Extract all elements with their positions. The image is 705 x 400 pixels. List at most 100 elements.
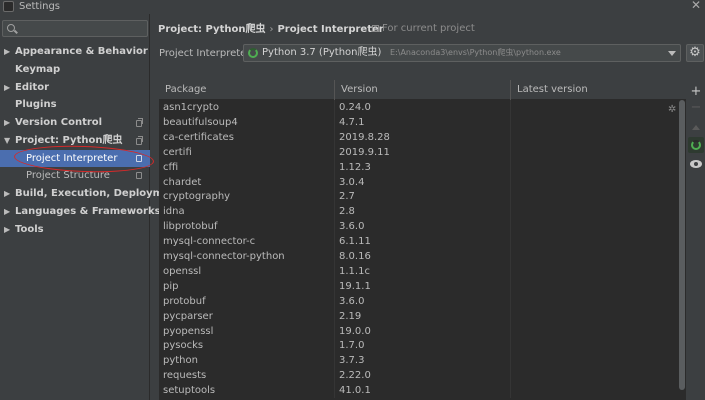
package-version-cell: 3.6.0 <box>339 295 365 307</box>
table-row[interactable]: pysocks 1.7.0 <box>159 338 686 354</box>
package-name-cell: chardet <box>163 176 202 188</box>
sidebar-item-label: Keymap <box>15 64 61 75</box>
package-version-cell: 1.1.1c <box>339 265 370 277</box>
table-row[interactable]: cffi 1.12.3 <box>159 159 686 175</box>
settings-search[interactable] <box>2 20 148 37</box>
table-row[interactable]: mysql-connector-c 6.1.11 <box>159 234 686 250</box>
column-divider <box>334 219 335 235</box>
sidebar-item-editor[interactable]: ▶ Editor <box>0 79 150 97</box>
sidebar-item-project[interactable]: ▼ Project: Python爬虫 <box>0 132 150 150</box>
column-divider <box>334 368 335 384</box>
sidebar-item-appearance[interactable]: ▶ Appearance & Behavior <box>0 43 150 61</box>
minus-icon: − <box>690 100 702 115</box>
column-divider <box>510 368 511 384</box>
column-divider <box>334 293 335 309</box>
table-row[interactable]: certifi 2019.9.11 <box>159 144 686 160</box>
table-row[interactable]: pycparser 2.19 <box>159 308 686 324</box>
interpreter-label: Project Interpreter: <box>159 48 254 59</box>
search-input[interactable] <box>21 22 145 35</box>
sidebar-item-label: Project Interpreter <box>26 153 118 164</box>
table-row[interactable]: asn1crypto 0.24.0 <box>159 100 686 115</box>
sidebar-item-project-structure[interactable]: Project Structure <box>0 167 150 184</box>
table-row[interactable]: protobuf 3.6.0 <box>159 293 686 309</box>
package-version-cell: 2.19 <box>339 310 362 322</box>
expand-arrow-icon[interactable]: ▶ <box>4 114 10 132</box>
column-divider <box>334 189 335 205</box>
package-name-cell: python <box>163 355 198 367</box>
table-row[interactable]: chardet 3.0.4 <box>159 174 686 190</box>
project-scope-icon <box>136 155 142 162</box>
package-name-cell: pip <box>163 280 179 292</box>
interpreter-settings-button[interactable]: ⚙ <box>686 44 704 62</box>
sidebar-item-keymap[interactable]: Keymap <box>0 61 150 79</box>
use-conda-button[interactable] <box>688 137 704 153</box>
remove-package-button[interactable]: − <box>688 100 704 116</box>
project-scope-icon <box>136 118 143 127</box>
show-early-releases-button[interactable] <box>688 156 704 172</box>
column-divider <box>510 129 511 145</box>
column-divider <box>510 204 511 220</box>
expand-arrow-icon[interactable]: ▶ <box>4 203 10 221</box>
package-name-cell: cffi <box>163 161 179 173</box>
table-row[interactable]: requests 2.22.0 <box>159 368 686 384</box>
table-row[interactable]: pip 19.1.1 <box>159 278 686 294</box>
interpreter-panel: Project: Python爬虫 › Project Interpreter Fo… <box>151 14 705 400</box>
interpreter-dropdown[interactable]: Python 3.7 (Python爬虫) E:\Anaconda3\envs\… <box>243 44 681 62</box>
column-divider <box>510 323 511 339</box>
sidebar-item-build[interactable]: ▶ Build, Execution, Deployment <box>0 185 182 203</box>
sidebar-item-project-interpreter[interactable]: Project Interpreter <box>0 150 150 167</box>
table-row[interactable]: idna 2.8 <box>159 204 686 220</box>
close-icon[interactable]: ✕ <box>691 0 701 12</box>
column-divider <box>334 338 335 354</box>
column-divider <box>510 100 511 115</box>
column-divider <box>510 293 511 309</box>
sidebar-item-tools[interactable]: ▶ Tools <box>0 221 150 239</box>
column-header-latest-version[interactable]: Latest version <box>511 80 686 100</box>
sidebar-item-label: Languages & Frameworks <box>15 206 161 217</box>
table-row[interactable]: ca-certificates 2019.8.28 <box>159 129 686 145</box>
column-header-version[interactable]: Version <box>335 80 511 100</box>
package-name-cell: pyopenssl <box>163 325 214 337</box>
table-row[interactable]: mysql-connector-python 8.0.16 <box>159 249 686 264</box>
package-version-cell: 8.0.16 <box>339 251 371 262</box>
table-row[interactable]: beautifulsoup4 4.7.1 <box>159 114 686 130</box>
sidebar-item-languages[interactable]: ▶ Languages & Frameworks <box>0 203 161 221</box>
table-row[interactable]: openssl 1.1.1c <box>159 263 686 279</box>
column-divider <box>334 249 335 264</box>
table-row[interactable]: cryptography 2.7 <box>159 189 686 205</box>
table-row[interactable]: libprotobuf 3.6.0 <box>159 219 686 235</box>
table-row[interactable]: setuptools 41.0.1 <box>159 383 686 399</box>
sidebar-item-label: Version Control <box>15 117 103 128</box>
chevron-down-icon[interactable] <box>668 51 676 56</box>
column-divider <box>334 100 335 115</box>
sidebar-item-version-control[interactable]: ▶ Version Control <box>0 114 150 132</box>
upgrade-package-button[interactable] <box>688 120 704 136</box>
column-divider <box>334 144 335 160</box>
expand-arrow-icon[interactable]: ▶ <box>4 43 10 61</box>
column-divider <box>510 114 511 130</box>
collapse-arrow-icon[interactable]: ▼ <box>4 132 10 150</box>
expand-arrow-icon[interactable]: ▶ <box>4 221 10 239</box>
column-divider <box>510 353 511 369</box>
expand-arrow-icon[interactable]: ▶ <box>4 185 10 203</box>
package-version-cell: 3.7.3 <box>339 355 365 367</box>
plus-icon: + <box>690 84 702 99</box>
column-divider <box>510 338 511 354</box>
table-row[interactable]: python 3.7.3 <box>159 353 686 369</box>
scrollbar-thumb[interactable] <box>679 100 685 390</box>
scope-label: For current project <box>382 23 475 34</box>
package-name-cell: libprotobuf <box>163 221 218 233</box>
column-divider <box>510 278 511 294</box>
column-divider <box>334 263 335 279</box>
project-scope-icon <box>136 136 143 145</box>
sidebar-item-plugins[interactable]: Plugins <box>0 96 150 114</box>
package-version-cell: 2.8 <box>339 206 355 218</box>
search-icon <box>7 24 15 32</box>
scope-indicator: For current project <box>372 23 475 34</box>
table-row[interactable]: pyopenssl 19.0.0 <box>159 323 686 339</box>
table-scrollbar[interactable] <box>679 100 685 396</box>
add-package-button[interactable]: + <box>688 84 704 100</box>
column-header-package[interactable]: Package <box>159 80 335 100</box>
expand-arrow-icon[interactable]: ▶ <box>4 79 10 97</box>
column-divider <box>510 144 511 160</box>
